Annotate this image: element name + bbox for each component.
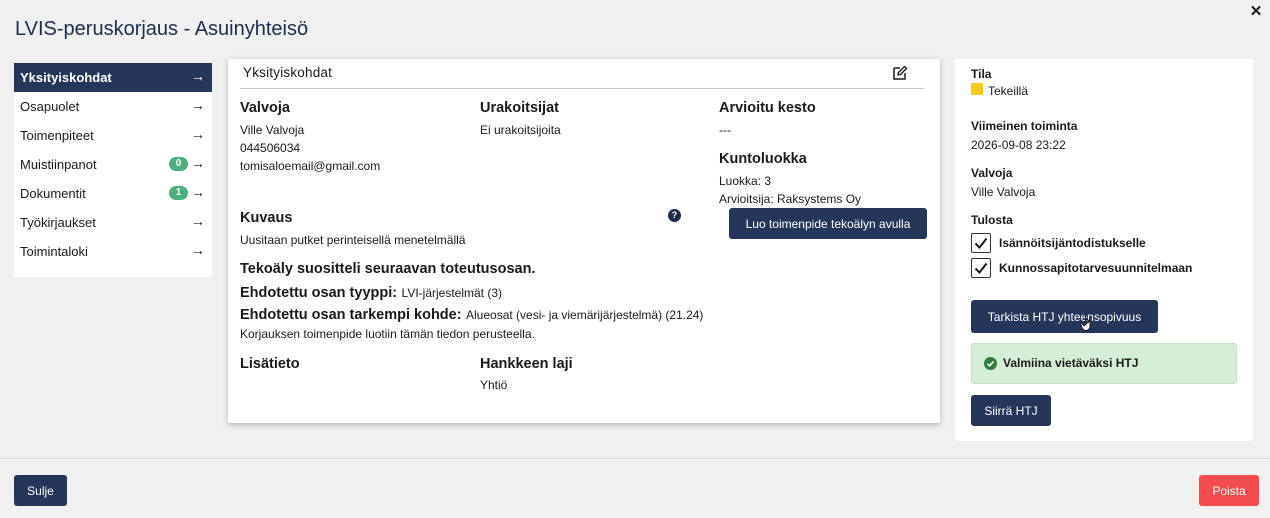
hankkeen-laji-value: Yhtiö — [480, 378, 508, 392]
status-indicator — [971, 83, 983, 95]
sidebar-item-dokumentit[interactable]: Dokumentit 1 → — [14, 179, 212, 208]
edit-icon[interactable] — [892, 65, 908, 81]
last-action-value: 2026-09-08 23:22 — [971, 138, 1066, 152]
valvoja-label: Valvoja — [971, 166, 1013, 180]
check-circle-icon — [984, 357, 997, 370]
valvoja-value: Ville Valvoja — [971, 185, 1036, 199]
tila-value: Tekeillä — [988, 84, 1029, 98]
checkbox-label: Isännöitsijäntodistukselle — [999, 236, 1146, 250]
checkbox-isannoitsijantodistus[interactable]: Isännöitsijäntodistukselle — [971, 233, 1146, 253]
success-alert: Valmiina vietäväksi HTJ — [971, 343, 1237, 384]
sidebar-item-toimintaloki[interactable]: Toimintaloki → — [14, 237, 212, 266]
urakoitsijat-label: Urakoitsijat — [480, 100, 559, 116]
sidebar-item-osapuolet[interactable]: Osapuolet → — [14, 92, 212, 121]
checkbox[interactable] — [971, 233, 991, 253]
checkbox-label: Kunnossapitotarvesuunnitelmaan — [999, 261, 1193, 275]
arrow-right-icon: → — [191, 242, 205, 258]
check-icon — [974, 237, 988, 250]
sidebar-item-label: Toimenpiteet — [20, 128, 94, 143]
ai-heading: Tekoäly suositteli seuraavan toteutusosa… — [240, 261, 536, 277]
arrow-right-icon: → — [191, 68, 205, 84]
sidebar-item-label: Yksityiskohdat — [20, 70, 112, 85]
details-card: Yksityiskohdat Valvoja Ville Valvoja 044… — [228, 59, 940, 423]
success-text: Valmiina vietäväksi HTJ — [1003, 356, 1139, 370]
arrow-right-icon: → — [191, 126, 205, 142]
ai-target-label: Ehdotettu osan tarkempi kohde: — [240, 307, 462, 323]
footer-divider — [0, 458, 1270, 459]
arrow-right-icon: → — [191, 97, 205, 113]
delete-button[interactable]: Poista — [1199, 475, 1259, 506]
kesto-label: Arvioitu kesto — [719, 100, 816, 116]
sidebar-item-label: Osapuolet — [20, 99, 80, 114]
kuvaus-value: Uusitaan putket perinteisellä menetelmäl… — [240, 233, 466, 247]
count-badge: 0 — [169, 157, 188, 171]
check-htj-button[interactable]: Tarkista HTJ yhteensopivuus — [971, 300, 1158, 333]
last-action-label: Viimeinen toiminta — [971, 119, 1078, 133]
kuvaus-label: Kuvaus — [240, 210, 293, 226]
close-icon[interactable]: ✕ — [1249, 4, 1263, 19]
checkbox-kunnossapitotarvesuunnitelma[interactable]: Kunnossapitotarvesuunnitelmaan — [971, 258, 1192, 278]
checkbox[interactable] — [971, 258, 991, 278]
ai-type-row: Ehdotettu osan tyyppi: LVI-järjestelmät … — [240, 284, 502, 302]
ai-target-value: Alueosat (vesi- ja viemärijärjestelmä) (… — [466, 308, 704, 322]
card-title: Yksityiskohdat — [243, 65, 333, 80]
close-button[interactable]: Sulje — [14, 475, 67, 506]
valvoja-email: tomisaloemail@gmail.com — [240, 159, 381, 173]
sidebar-item-label: Työkirjaukset — [20, 215, 96, 230]
arrow-right-icon: → — [191, 155, 205, 171]
ai-create-action-button[interactable]: Luo toimenpide tekoälyn avulla — [729, 208, 927, 239]
sidebar-item-tyokirjaukset[interactable]: Työkirjaukset → — [14, 208, 212, 237]
count-badge: 1 — [169, 186, 188, 200]
move-htj-button[interactable]: Siirrä HTJ — [971, 395, 1051, 426]
valvoja-name: Ville Valvoja — [240, 123, 305, 137]
check-icon — [974, 262, 988, 275]
hand-cursor-icon — [1080, 314, 1091, 332]
modal-title: LVIS-peruskorjaus - Asuinyhteisö — [15, 18, 309, 40]
tila-label: Tila — [971, 67, 992, 81]
tulosta-label: Tulosta — [971, 213, 1013, 227]
kuntoluokka-label: Kuntoluokka — [719, 151, 807, 167]
sidebar-item-label: Toimintaloki — [20, 244, 88, 259]
kuntoluokka-luokka: Luokka: 3 — [719, 174, 772, 188]
arrow-right-icon: → — [191, 184, 205, 200]
valvoja-label: Valvoja — [240, 100, 290, 116]
sidebar-item-label: Muistiinpanot — [20, 157, 97, 172]
hankkeen-laji-label: Hankkeen laji — [480, 356, 573, 372]
valvoja-phone: 044506034 — [240, 141, 301, 155]
kesto-value: --- — [719, 123, 731, 137]
status-panel: Tila Tekeillä Viimeinen toiminta 2026-09… — [955, 59, 1253, 441]
urakoitsijat-value: Ei urakoitsijoita — [480, 123, 561, 137]
arrow-right-icon: → — [191, 213, 205, 229]
ai-target-row: Ehdotettu osan tarkempi kohde: Alueosat … — [240, 306, 703, 324]
sidebar-item-label: Dokumentit — [20, 186, 86, 201]
sidebar-item-muistiinpanot[interactable]: Muistiinpanot 0 → — [14, 150, 212, 179]
lisatieto-label: Lisätieto — [240, 356, 300, 372]
ai-type-label: Ehdotettu osan tyyppi: — [240, 285, 398, 301]
sidebar-item-yksityiskohdat[interactable]: Yksityiskohdat → — [14, 63, 212, 92]
help-icon[interactable]: ? — [668, 209, 681, 222]
sidebar-nav: Yksityiskohdat → Osapuolet → Toimenpitee… — [14, 63, 212, 277]
sidebar-item-toimenpiteet[interactable]: Toimenpiteet → — [14, 121, 212, 150]
ai-note: Korjauksen toimenpide luotiin tämän tied… — [240, 327, 535, 341]
kuntoluokka-arvioitsija: Arvioitsija: Raksystems Oy — [719, 192, 862, 206]
divider — [240, 88, 924, 89]
ai-type-value: LVI-järjestelmät (3) — [401, 286, 503, 300]
